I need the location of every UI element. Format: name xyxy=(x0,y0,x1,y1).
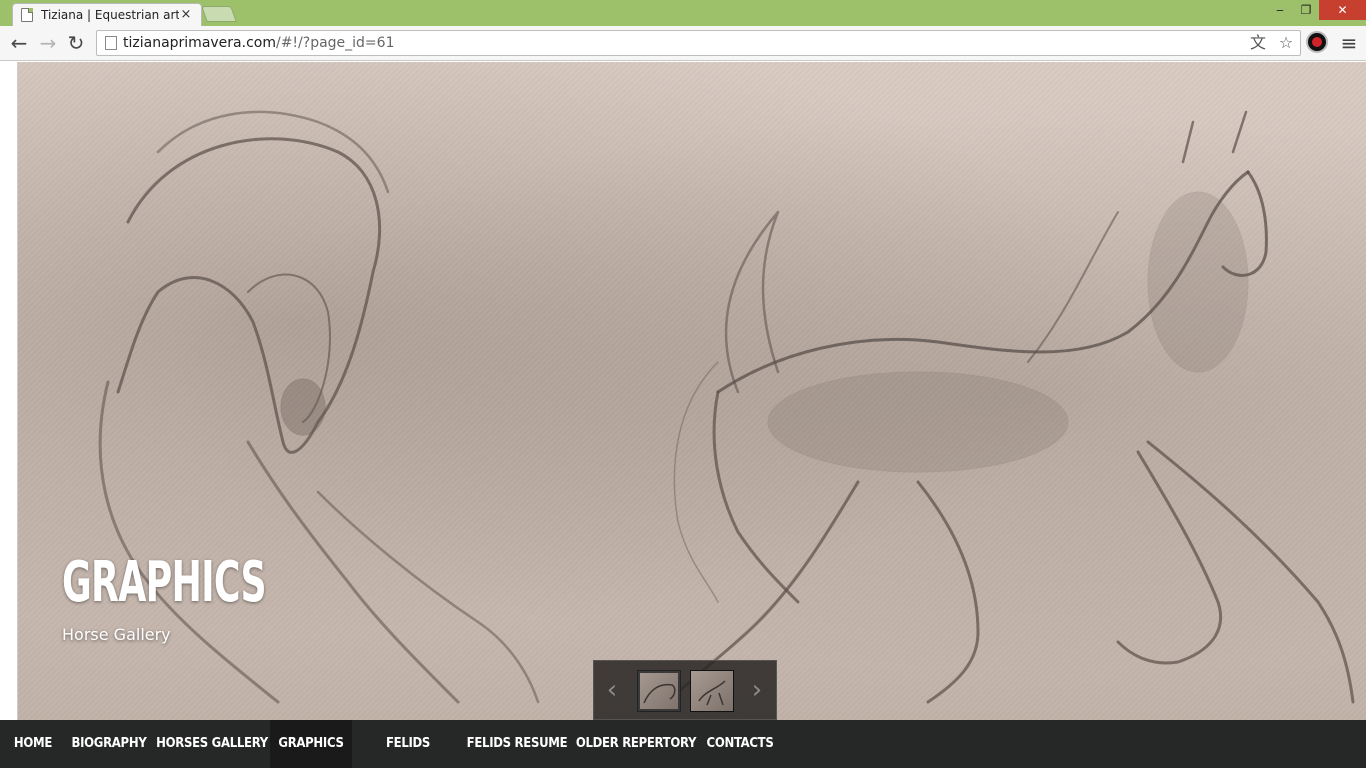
slider-thumbnail-2[interactable] xyxy=(690,670,734,712)
slider-thumbnail-1[interactable] xyxy=(637,670,681,712)
browser-menu-icon[interactable]: ≡ xyxy=(1338,31,1360,55)
tab-close-icon[interactable]: × xyxy=(179,8,193,22)
forward-button[interactable]: → xyxy=(36,31,60,55)
nav-item-older-repertory[interactable]: OLDER REPERTORY xyxy=(574,720,698,768)
nav-item-felids-resume[interactable]: FELIDS RESUME xyxy=(466,720,568,768)
hero-title: GRAPHICS xyxy=(62,550,267,615)
thumbnail-horse-icon xyxy=(698,680,726,706)
window-controls: ‒ ❐ ✕ xyxy=(1267,0,1366,20)
url-path: /#!/?page_id=61 xyxy=(275,35,395,51)
url-host: tizianaprimavera.com xyxy=(123,35,276,51)
web-page: GRAPHICS Horse Gallery ‹ › HOME BIOGRAPH… xyxy=(0,62,1366,768)
hero-slide: GRAPHICS Horse Gallery ‹ › xyxy=(18,62,1366,720)
browser-titlebar: Tiziana | Equestrian artist × ‒ ❐ ✕ xyxy=(0,0,1366,26)
horse-drawing-image xyxy=(98,110,1355,704)
thumbnail-horse-icon xyxy=(643,683,676,704)
browser-tab[interactable]: Tiziana | Equestrian artist × xyxy=(12,3,202,26)
url-text: tizianaprimavera.com/#!/?page_id=61 xyxy=(123,35,394,51)
hero-subtitle: Horse Gallery xyxy=(62,625,171,644)
extension-record-icon[interactable] xyxy=(1306,31,1328,53)
slider-thumbnail-strip: ‹ › xyxy=(593,660,777,720)
reload-button[interactable]: ↻ xyxy=(64,31,88,55)
new-tab-button[interactable] xyxy=(201,6,237,22)
slider-prev-arrow[interactable]: ‹ xyxy=(602,675,622,705)
address-bar[interactable]: tizianaprimavera.com/#!/?page_id=61 文 ☆ xyxy=(96,30,1301,56)
restore-button[interactable]: ❐ xyxy=(1293,0,1319,20)
nav-item-felids-gallery[interactable]: FELIDS GALLERY xyxy=(356,720,460,768)
bookmark-star-icon[interactable]: ☆ xyxy=(1276,33,1296,53)
nav-item-horses-gallery[interactable]: HORSES GALLERY xyxy=(156,720,268,768)
close-window-button[interactable]: ✕ xyxy=(1319,0,1366,20)
tab-title: Tiziana | Equestrian artist xyxy=(41,8,179,22)
page-left-margin xyxy=(0,62,18,768)
browser-toolbar: ← → ↻ tizianaprimavera.com/#!/?page_id=6… xyxy=(0,26,1366,61)
nav-item-biography[interactable]: BIOGRAPHY xyxy=(66,720,152,768)
page-favicon-icon xyxy=(21,8,33,22)
minimize-button[interactable]: ‒ xyxy=(1267,0,1293,20)
main-navigation: HOME BIOGRAPHY HORSES GALLERY GRAPHICS F… xyxy=(0,720,1366,768)
translate-icon[interactable]: 文 xyxy=(1248,33,1268,53)
page-icon xyxy=(105,36,117,50)
nav-item-home[interactable]: HOME xyxy=(8,720,58,768)
nav-item-contacts[interactable]: CONTACTS xyxy=(702,720,778,768)
slider-next-arrow[interactable]: › xyxy=(747,675,767,705)
back-button[interactable]: ← xyxy=(7,31,31,55)
nav-item-graphics[interactable]: GRAPHICS xyxy=(270,720,352,768)
